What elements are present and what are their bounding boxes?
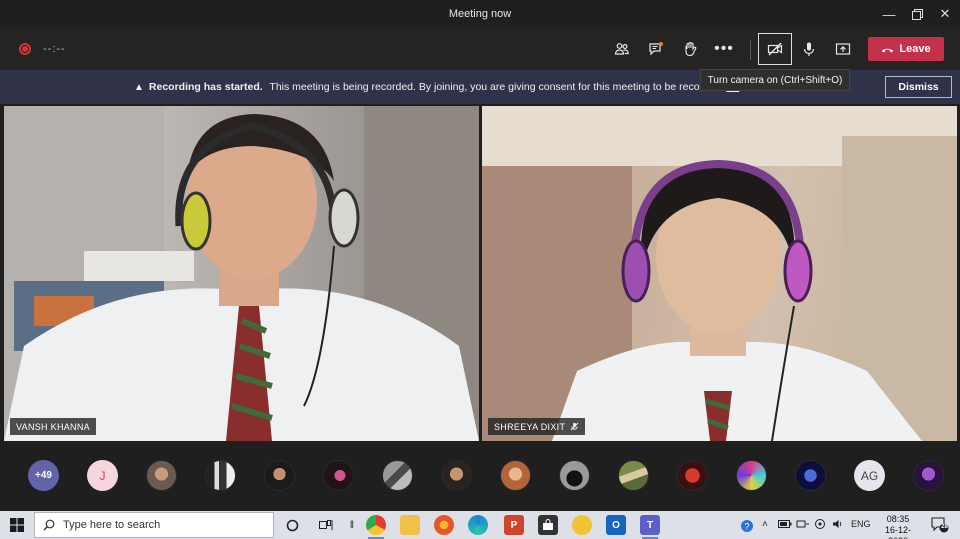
more-options-icon[interactable]: •••	[710, 35, 738, 63]
teams-icon[interactable]: T	[640, 515, 660, 539]
wifi-icon[interactable]	[814, 519, 826, 531]
avatar[interactable]	[913, 460, 944, 491]
file-explorer-icon[interactable]	[400, 515, 420, 535]
store-icon[interactable]	[538, 515, 558, 535]
title-bar: Meeting now — ✕	[0, 0, 960, 28]
outlook-icon[interactable]: O	[606, 515, 626, 535]
meeting-toolbar: --:-- ••• Leave	[0, 28, 960, 70]
share-screen-icon[interactable]	[829, 35, 857, 63]
avatar[interactable]	[677, 460, 708, 491]
avatar[interactable]	[382, 460, 413, 491]
phone-hangup-icon	[882, 48, 894, 52]
avatar[interactable]	[736, 460, 767, 491]
weather-app-icon[interactable]	[572, 515, 592, 535]
participant-name: VANSH KHANNA	[16, 421, 90, 432]
participants-icon[interactable]	[608, 35, 636, 63]
pinned-app-icon[interactable]: ‖	[342, 515, 362, 535]
language-indicator[interactable]: ENG	[851, 519, 871, 529]
edge-icon[interactable]	[468, 515, 488, 535]
leave-label: Leave	[899, 43, 931, 55]
chat-icon[interactable]	[642, 35, 670, 63]
banner-text: ▲ Recording has started. This meeting is …	[134, 81, 739, 93]
window-title: Meeting now	[448, 8, 512, 20]
participant-name-tag: VANSH KHANNA	[10, 418, 96, 435]
participant-avatar-initials[interactable]: AG	[854, 460, 885, 491]
video-feed-image	[4, 106, 479, 441]
microphone-icon[interactable]	[795, 35, 823, 63]
avatar[interactable]	[441, 460, 472, 491]
avatar[interactable]	[146, 460, 177, 491]
chrome-icon[interactable]	[366, 515, 386, 539]
camera-tooltip: Turn camera on (Ctrl+Shift+O)	[700, 69, 850, 91]
powerpoint-icon[interactable]: P	[504, 515, 524, 535]
toolbar-divider	[750, 40, 751, 60]
taskbar-clock[interactable]: 08:35 16-12-2020	[876, 514, 920, 539]
network-icon[interactable]	[796, 519, 810, 531]
participant-strip: +49 J AG	[0, 443, 960, 511]
search-icon	[43, 519, 55, 531]
avatar[interactable]	[205, 460, 236, 491]
volume-icon[interactable]	[832, 519, 844, 531]
avatar[interactable]	[500, 460, 531, 491]
notification-count: 28	[941, 524, 948, 530]
show-hidden-icons[interactable]: ˄	[762, 519, 768, 530]
windows-start-icon[interactable]	[0, 511, 34, 539]
avatar[interactable]	[264, 460, 295, 491]
task-view-icon[interactable]	[316, 515, 336, 535]
close-icon[interactable]: ✕	[932, 4, 958, 24]
avatar[interactable]	[795, 460, 826, 491]
teams-window: Meeting now — ✕ --:-- ••• Leave ▲ Record…	[0, 0, 960, 539]
warning-icon: ▲	[134, 82, 144, 93]
search-input[interactable]	[63, 519, 253, 531]
firefox-icon[interactable]	[434, 515, 454, 535]
video-tile-1[interactable]: VANSH KHANNA	[4, 106, 479, 441]
participant-name: SHREEYA DIXIT	[494, 421, 566, 432]
participant-avatar-initials[interactable]: J	[87, 460, 118, 491]
banner-message: This meeting is being recorded. By joini…	[269, 81, 724, 93]
avatar[interactable]	[618, 460, 649, 491]
clock-time: 08:35	[886, 514, 910, 524]
cortana-icon[interactable]	[282, 515, 302, 535]
mic-muted-icon	[570, 422, 579, 431]
clock-date: 16-12-2020	[884, 525, 911, 539]
battery-icon[interactable]	[778, 519, 792, 531]
meeting-timer: --:--	[43, 43, 66, 55]
banner-heading: Recording has started.	[148, 81, 263, 93]
minimize-icon[interactable]: —	[876, 4, 902, 24]
help-icon[interactable]: ?	[740, 519, 754, 535]
taskbar-search[interactable]	[34, 512, 274, 538]
raise-hand-icon[interactable]	[676, 35, 704, 63]
recording-icon	[19, 43, 31, 55]
notification-center-icon[interactable]: 28	[931, 517, 949, 533]
svg-text:?: ?	[744, 522, 749, 532]
video-feed-image	[482, 106, 957, 441]
camera-off-icon[interactable]	[758, 33, 792, 65]
overflow-participants-button[interactable]: +49	[28, 460, 59, 491]
leave-button[interactable]: Leave	[868, 37, 944, 61]
avatar[interactable]	[323, 460, 354, 491]
video-tile-2[interactable]: SHREEYA DIXIT	[482, 106, 957, 441]
dismiss-button[interactable]: Dismiss	[885, 76, 952, 98]
participant-name-tag: SHREEYA DIXIT	[488, 418, 586, 435]
avatar[interactable]	[559, 460, 590, 491]
maximize-icon[interactable]	[904, 4, 930, 24]
windows-taskbar: ‖ P O T ? ˄ ENG 08:35 16-12-2020	[0, 511, 960, 539]
